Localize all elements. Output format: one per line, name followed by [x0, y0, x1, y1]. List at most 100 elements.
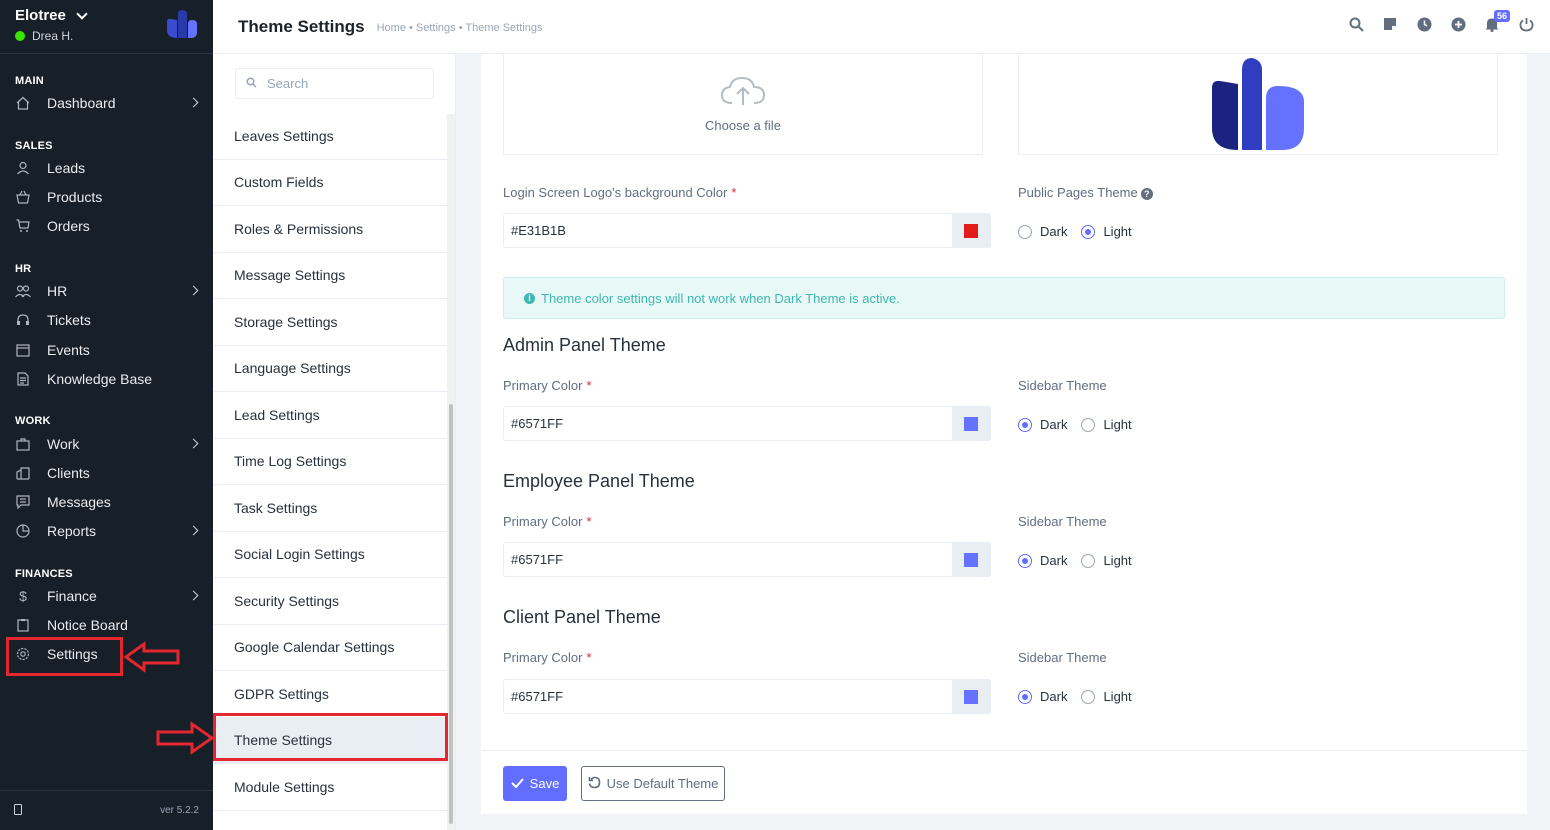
- sidebar-item-products[interactable]: Products: [0, 184, 213, 210]
- settings-item-module[interactable]: Module Settings: [213, 764, 447, 811]
- radio-circle-selected: [1081, 224, 1096, 239]
- sidebar-item-finance[interactable]: $ Finance: [0, 583, 213, 609]
- radio-circle-selected: [1018, 417, 1032, 432]
- settings-item-language[interactable]: Language Settings: [213, 346, 447, 392]
- label-text: Public Pages Theme: [1018, 185, 1138, 200]
- required-mark: *: [586, 514, 592, 529]
- plus-circle-icon[interactable]: [1450, 16, 1466, 32]
- sidebar-item-tickets[interactable]: Tickets: [0, 307, 213, 333]
- theme-settings-highlight-box: [213, 713, 448, 761]
- sidebar-item-work[interactable]: Work: [0, 431, 213, 457]
- home-icon: [15, 95, 31, 111]
- public-theme-light-radio[interactable]: Light: [1081, 224, 1132, 239]
- client-sidebar-dark-radio[interactable]: Dark: [1018, 689, 1067, 704]
- settings-item-roles-permissions[interactable]: Roles & Permissions: [213, 206, 447, 253]
- client-primary-color-input[interactable]: #6571FF: [503, 679, 991, 714]
- company-name: Elotree: [15, 7, 66, 24]
- login-bg-color-input[interactable]: #E31B1B: [503, 213, 991, 248]
- bell-icon[interactable]: 56: [1484, 10, 1510, 32]
- settings-search-input[interactable]: Search: [235, 68, 434, 99]
- radio-label: Dark: [1040, 689, 1068, 704]
- sticky-note-icon[interactable]: [1382, 16, 1398, 32]
- sidebar-item-messages[interactable]: Messages: [0, 489, 213, 515]
- admin-primary-color-input[interactable]: #6571FF: [503, 406, 991, 441]
- settings-item-task[interactable]: Task Settings: [213, 485, 447, 532]
- color-picker-button[interactable]: [952, 407, 990, 440]
- search-icon: [246, 76, 257, 91]
- settings-item-social-login[interactable]: Social Login Settings: [213, 532, 447, 578]
- topbar: Theme Settings Home • Settings • Theme S…: [213, 0, 1550, 54]
- settings-item-gdpr[interactable]: GDPR Settings: [213, 671, 447, 718]
- settings-menu-scrollbar[interactable]: [447, 114, 455, 830]
- use-default-theme-button[interactable]: Use Default Theme: [581, 766, 725, 801]
- power-icon[interactable]: [1518, 16, 1534, 32]
- employee-sidebar-dark-radio[interactable]: Dark: [1018, 553, 1067, 568]
- file-upload-dropzone[interactable]: Choose a file: [503, 54, 983, 155]
- employee-sidebar-light-radio[interactable]: Light: [1081, 553, 1132, 568]
- settings-item-security[interactable]: Security Settings: [213, 578, 447, 625]
- client-sidebar-light-radio[interactable]: Light: [1081, 689, 1132, 704]
- form-actions: Save Use Default Theme: [481, 750, 1527, 814]
- settings-item-lead[interactable]: Lead Settings: [213, 392, 447, 439]
- clock-icon[interactable]: [1416, 16, 1432, 32]
- settings-item-custom-fields[interactable]: Custom Fields: [213, 160, 447, 206]
- radio-label: Dark: [1040, 553, 1068, 568]
- color-picker-button[interactable]: [952, 214, 990, 247]
- cloud-upload-icon: [720, 75, 766, 110]
- radio-circle-selected: [1018, 553, 1032, 568]
- color-swatch: [964, 223, 978, 238]
- chevron-right-icon: [188, 590, 199, 601]
- settings-item-time-log[interactable]: Time Log Settings: [213, 439, 447, 485]
- color-picker-button[interactable]: [952, 543, 990, 576]
- public-pages-theme-label: Public Pages Theme?: [1018, 185, 1153, 200]
- sidebar-item-events[interactable]: Events: [0, 337, 213, 363]
- sidebar-item-label: Tickets: [47, 312, 91, 328]
- app-version: ver 5.2.2: [160, 805, 199, 816]
- section-sales: SALES: [15, 140, 53, 152]
- settings-item-google-calendar[interactable]: Google Calendar Settings: [213, 625, 447, 671]
- admin-sidebar-dark-radio[interactable]: Dark: [1018, 417, 1067, 432]
- save-button[interactable]: Save: [503, 766, 567, 801]
- sidebar-item-clients[interactable]: Clients: [0, 460, 213, 486]
- sidebar-item-reports[interactable]: Reports: [0, 518, 213, 544]
- settings-item-storage[interactable]: Storage Settings: [213, 299, 447, 346]
- page-title: Theme Settings: [238, 16, 365, 36]
- settings-highlight-box: [6, 637, 123, 676]
- logo-preview-icon: [1212, 58, 1304, 150]
- arrow-right-annotation-icon: [156, 721, 214, 755]
- admin-sidebar-theme-label: Sidebar Theme: [1018, 378, 1107, 393]
- sidebar-item-dashboard[interactable]: Dashboard: [0, 90, 213, 116]
- employee-sidebar-radio-group: Dark Light: [1018, 553, 1146, 568]
- sidebar-item-hr[interactable]: HR: [0, 278, 213, 304]
- settings-item-leaves[interactable]: Leaves Settings: [213, 113, 447, 160]
- sidebar-item-label: Work: [47, 436, 80, 452]
- sidebar-item-label: Dashboard: [47, 95, 116, 111]
- section-main: MAIN: [15, 75, 44, 87]
- sidebar-item-knowledge-base[interactable]: Knowledge Base: [0, 366, 213, 392]
- employee-primary-color-input[interactable]: #6571FF: [503, 542, 991, 577]
- info-icon: i: [524, 292, 535, 304]
- color-picker-button[interactable]: [952, 680, 990, 713]
- pie-chart-icon: [15, 523, 31, 539]
- breadcrumb[interactable]: Home • Settings • Theme Settings: [377, 22, 543, 34]
- app-logo-icon: [167, 10, 197, 43]
- required-mark: *: [586, 650, 592, 665]
- employee-sidebar-theme-label: Sidebar Theme: [1018, 514, 1107, 529]
- admin-sidebar-light-radio[interactable]: Light: [1081, 417, 1132, 432]
- public-theme-dark-radio[interactable]: Dark: [1018, 224, 1067, 239]
- sidebar-item-notice-board[interactable]: Notice Board: [0, 612, 213, 638]
- settings-item-message[interactable]: Message Settings: [213, 253, 447, 299]
- required-mark: *: [731, 185, 737, 200]
- mobile-icon[interactable]: [14, 803, 22, 818]
- scrollbar-thumb[interactable]: [449, 404, 453, 824]
- color-swatch: [964, 416, 978, 431]
- search-icon[interactable]: [1348, 16, 1364, 32]
- sidebar-item-orders[interactable]: Orders: [0, 213, 213, 239]
- help-icon[interactable]: ?: [1140, 188, 1153, 200]
- reset-icon: [588, 776, 601, 792]
- radio-label: Light: [1103, 553, 1132, 568]
- sidebar-item-leads[interactable]: Leads: [0, 155, 213, 181]
- color-swatch: [964, 552, 978, 567]
- chevron-right-icon: [188, 97, 199, 108]
- sidebar-item-label: Notice Board: [47, 617, 128, 633]
